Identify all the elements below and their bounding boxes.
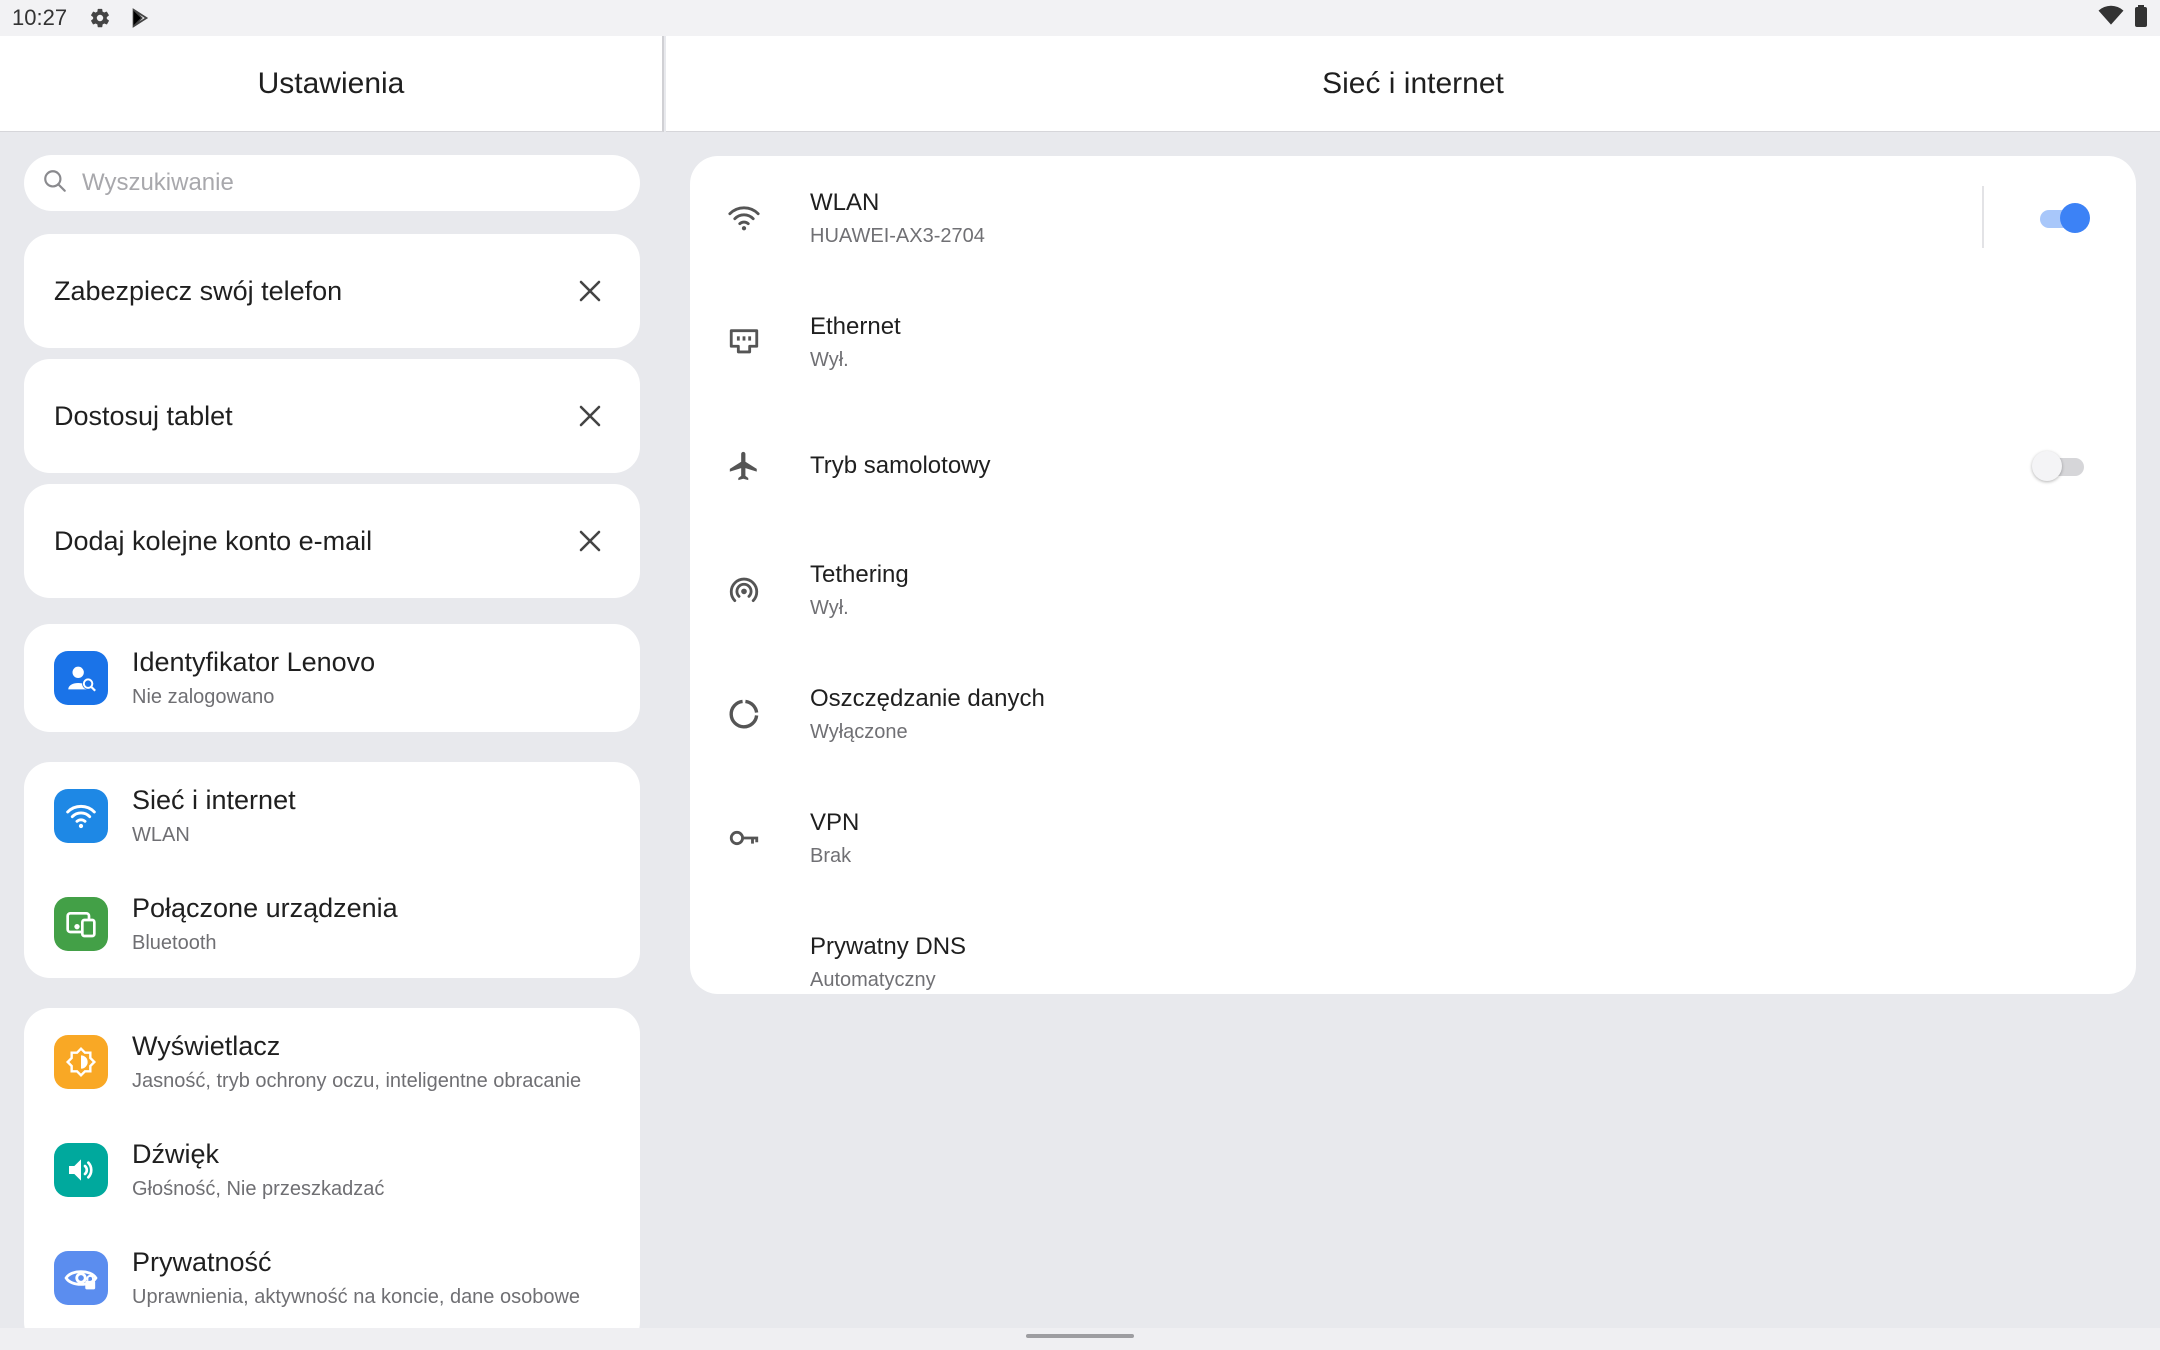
connected-devices-icon xyxy=(54,897,108,951)
network-item-subtitle: HUAWEI-AX3-2704 xyxy=(810,224,985,247)
airplane-mode-toggle[interactable] xyxy=(2032,451,2086,481)
network-item-private-dns[interactable]: Prywatny DNS Automatyczny xyxy=(690,900,2136,1024)
network-item-subtitle: Wyłączone xyxy=(810,720,908,743)
home-handle[interactable] xyxy=(1026,1334,1134,1338)
network-item-subtitle: Brak xyxy=(810,844,852,867)
settings-group-device: Wyświetlacz Jasność, tryb ochrony oczu, … xyxy=(24,1008,640,1328)
item-title: Prywatność xyxy=(132,1247,272,1277)
network-item-title: Tethering xyxy=(810,560,909,588)
settings-item-network[interactable]: Sieć i internet WLAN xyxy=(24,762,640,870)
wifi-icon xyxy=(724,198,764,238)
network-settings-card: WLAN HUAWEI-AX3-2704 Ethernet Wył. Tryb … xyxy=(690,156,2136,994)
network-item-title: Oszczędzanie danych xyxy=(810,684,1045,712)
close-icon[interactable] xyxy=(570,271,610,311)
navigation-bar xyxy=(0,1328,2160,1350)
settings-item-privacy[interactable]: Prywatność Uprawnienia, aktywność na kon… xyxy=(24,1224,640,1328)
item-subtitle: Głośność, Nie przeszkadzać xyxy=(132,1178,385,1200)
suggestion-card[interactable]: Dostosuj tablet xyxy=(24,359,640,473)
item-title: Połączone urządzenia xyxy=(132,893,398,923)
data-saver-icon xyxy=(724,694,764,734)
network-item-tethering[interactable]: Tethering Wył. xyxy=(690,528,2136,652)
tethering-icon xyxy=(724,570,764,610)
item-subtitle: Jasność, tryb ochrony oczu, inteligentne… xyxy=(132,1070,582,1092)
item-subtitle: Bluetooth xyxy=(132,932,217,954)
network-item-title: Ethernet xyxy=(810,312,901,340)
network-item-subtitle: Wył. xyxy=(810,596,849,619)
network-item-subtitle: Wył. xyxy=(810,348,849,371)
settings-item-sound[interactable]: Dźwięk Głośność, Nie przeszkadzać xyxy=(24,1116,640,1224)
item-title: Identyfikator Lenovo xyxy=(132,647,376,677)
wifi-icon xyxy=(54,789,108,843)
network-item-subtitle: Automatyczny xyxy=(810,968,936,991)
network-item-title: Prywatny DNS xyxy=(810,932,967,960)
suggestion-label[interactable]: Dodaj kolejne konto e-mail xyxy=(54,526,570,557)
network-item-airplane-mode[interactable]: Tryb samolotowy xyxy=(690,404,2136,528)
network-item-ethernet[interactable]: Ethernet Wył. xyxy=(690,280,2136,404)
account-card[interactable]: Identyfikator Lenovo Nie zalogowano xyxy=(24,624,640,732)
settings-item-connected-devices[interactable]: Połączone urządzenia Bluetooth xyxy=(24,870,640,978)
suggestion-card[interactable]: Dodaj kolejne konto e-mail xyxy=(24,484,640,598)
sound-icon xyxy=(54,1143,108,1197)
network-item-title: Tryb samolotowy xyxy=(810,452,991,479)
item-subtitle: Uprawnienia, aktywność na koncie, dane o… xyxy=(132,1286,581,1308)
vpn-key-icon xyxy=(724,818,764,858)
settings-group-connectivity: Sieć i internet WLAN Połączone urządzeni… xyxy=(24,762,640,978)
suggestion-card[interactable]: Zabezpiecz swój telefon xyxy=(24,234,640,348)
play-store-icon xyxy=(127,5,153,31)
page-title: Ustawienia xyxy=(257,66,405,100)
network-item-vpn[interactable]: VPN Brak xyxy=(690,776,2136,900)
settings-item-display[interactable]: Wyświetlacz Jasność, tryb ochrony oczu, … xyxy=(24,1008,640,1116)
suggestion-label[interactable]: Zabezpiecz swój telefon xyxy=(54,276,570,307)
close-icon[interactable] xyxy=(570,396,610,436)
battery-icon xyxy=(2134,4,2148,32)
item-subtitle: Nie zalogowano xyxy=(132,686,275,708)
item-subtitle: WLAN xyxy=(132,824,190,846)
network-item-wlan[interactable]: WLAN HUAWEI-AX3-2704 xyxy=(690,156,2136,280)
close-icon[interactable] xyxy=(570,521,610,561)
divider xyxy=(1982,186,1984,248)
ethernet-icon xyxy=(724,322,764,362)
lenovo-id-icon xyxy=(54,651,108,705)
gear-icon xyxy=(87,5,113,31)
display-icon xyxy=(54,1035,108,1089)
network-item-title: WLAN xyxy=(810,188,880,216)
item-title: Wyświetlacz xyxy=(132,1031,281,1061)
search-bar[interactable]: Wyszukiwanie xyxy=(24,155,640,211)
network-header: Sieć i internet xyxy=(666,36,2160,132)
detail-title: Sieć i internet xyxy=(1322,66,1504,100)
item-title: Sieć i internet xyxy=(132,785,296,815)
network-item-data-saver[interactable]: Oszczędzanie danych Wyłączone xyxy=(690,652,2136,776)
network-item-title: VPN xyxy=(810,808,860,836)
settings-item-lenovo-id[interactable]: Identyfikator Lenovo Nie zalogowano xyxy=(24,624,640,732)
search-placeholder[interactable]: Wyszukiwanie xyxy=(82,169,234,197)
item-title: Dźwięk xyxy=(132,1139,220,1169)
status-bar: 10:27 xyxy=(0,0,2160,36)
airplane-icon xyxy=(724,446,764,486)
privacy-icon xyxy=(54,1251,108,1305)
settings-list[interactable]: Wyszukiwanie Zabezpiecz swój telefon Dos… xyxy=(0,133,664,1328)
suggestion-label[interactable]: Dostosuj tablet xyxy=(54,401,570,432)
wifi-icon xyxy=(2098,5,2124,32)
settings-header: Ustawienia xyxy=(0,36,664,132)
status-time: 10:27 xyxy=(12,5,68,30)
wlan-toggle[interactable] xyxy=(2036,203,2090,233)
search-icon xyxy=(42,168,68,199)
